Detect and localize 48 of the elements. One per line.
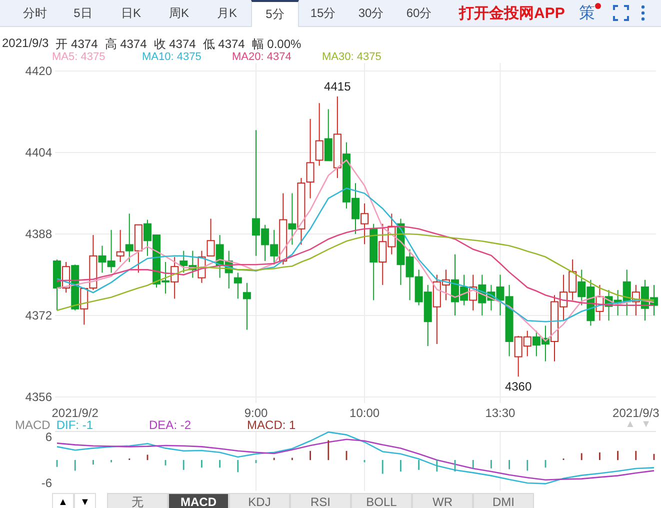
quote-label: 幅 0.00% <box>252 36 302 51</box>
period-tab[interactable]: 日K <box>107 0 155 26</box>
period-tab[interactable]: 5日 <box>59 0 107 26</box>
quote-label: 低 4374 <box>202 36 245 51</box>
indicator-tab[interactable]: DMI <box>473 493 534 508</box>
period-tab[interactable]: 60分 <box>395 0 443 26</box>
axis-label: 4420 <box>25 64 52 78</box>
period-tab[interactable]: 15分 <box>299 0 347 26</box>
indicator-tab[interactable]: KDJ <box>229 493 290 508</box>
price-label: 4415 <box>324 79 351 94</box>
axis-label: 4356 <box>25 390 52 404</box>
axis-label: -6 <box>41 476 52 490</box>
axis-label: 13:30 <box>485 406 516 419</box>
axis-label: 6 <box>45 431 52 444</box>
ma-value: MA10: 4375 <box>142 51 202 63</box>
ma-value: MA30: 4375 <box>322 51 382 63</box>
indicator-value: DEA: -2 <box>149 419 192 431</box>
indicator-tab[interactable]: WR <box>412 493 473 508</box>
axis-label: 10:00 <box>350 406 380 419</box>
period-tab[interactable]: 周K <box>155 0 203 26</box>
app-link[interactable]: 打开金投网APP <box>459 4 565 22</box>
indicator-tab[interactable]: RSI <box>290 493 351 508</box>
indicator-tab[interactable]: BOLL <box>351 493 412 508</box>
indicator-value: MACD: 1 <box>247 419 296 431</box>
period-tab[interactable]: 分时 <box>11 0 59 26</box>
axis-label: 2021/9/2 <box>52 406 98 419</box>
indicator-tab[interactable]: 无 <box>107 493 168 508</box>
indicator-value: DIF: -1 <box>56 419 94 431</box>
quote-label: 高 4374 <box>104 36 147 51</box>
axis-label: 4372 <box>25 308 52 322</box>
indicator-name: MACD <box>15 419 50 431</box>
period-tab[interactable]: 月K <box>203 0 251 26</box>
ma-value: MA5: 4375 <box>52 51 106 63</box>
axis-label: 4388 <box>25 227 52 241</box>
axis-label: 2021/9/3 <box>612 406 660 419</box>
period-tab[interactable]: 30分 <box>347 0 395 26</box>
indicator-tab[interactable]: MACD <box>168 493 229 508</box>
quote-label: 收 4374 <box>154 36 196 51</box>
axis-label: 4404 <box>25 146 52 160</box>
strategy-button[interactable]: 策 <box>578 2 595 24</box>
scroll-button[interactable]: ▼ <box>74 493 96 508</box>
scroll-button[interactable]: ▲ <box>52 493 74 508</box>
period-tab[interactable]: 5分 <box>251 0 299 26</box>
date-label: 2021/9/3 <box>2 36 49 51</box>
quote-label: 开 4374 <box>56 36 98 51</box>
axis-label: 9:00 <box>244 406 268 419</box>
price-label: 4360 <box>504 380 532 394</box>
ma-value: MA20: 4374 <box>232 51 292 63</box>
